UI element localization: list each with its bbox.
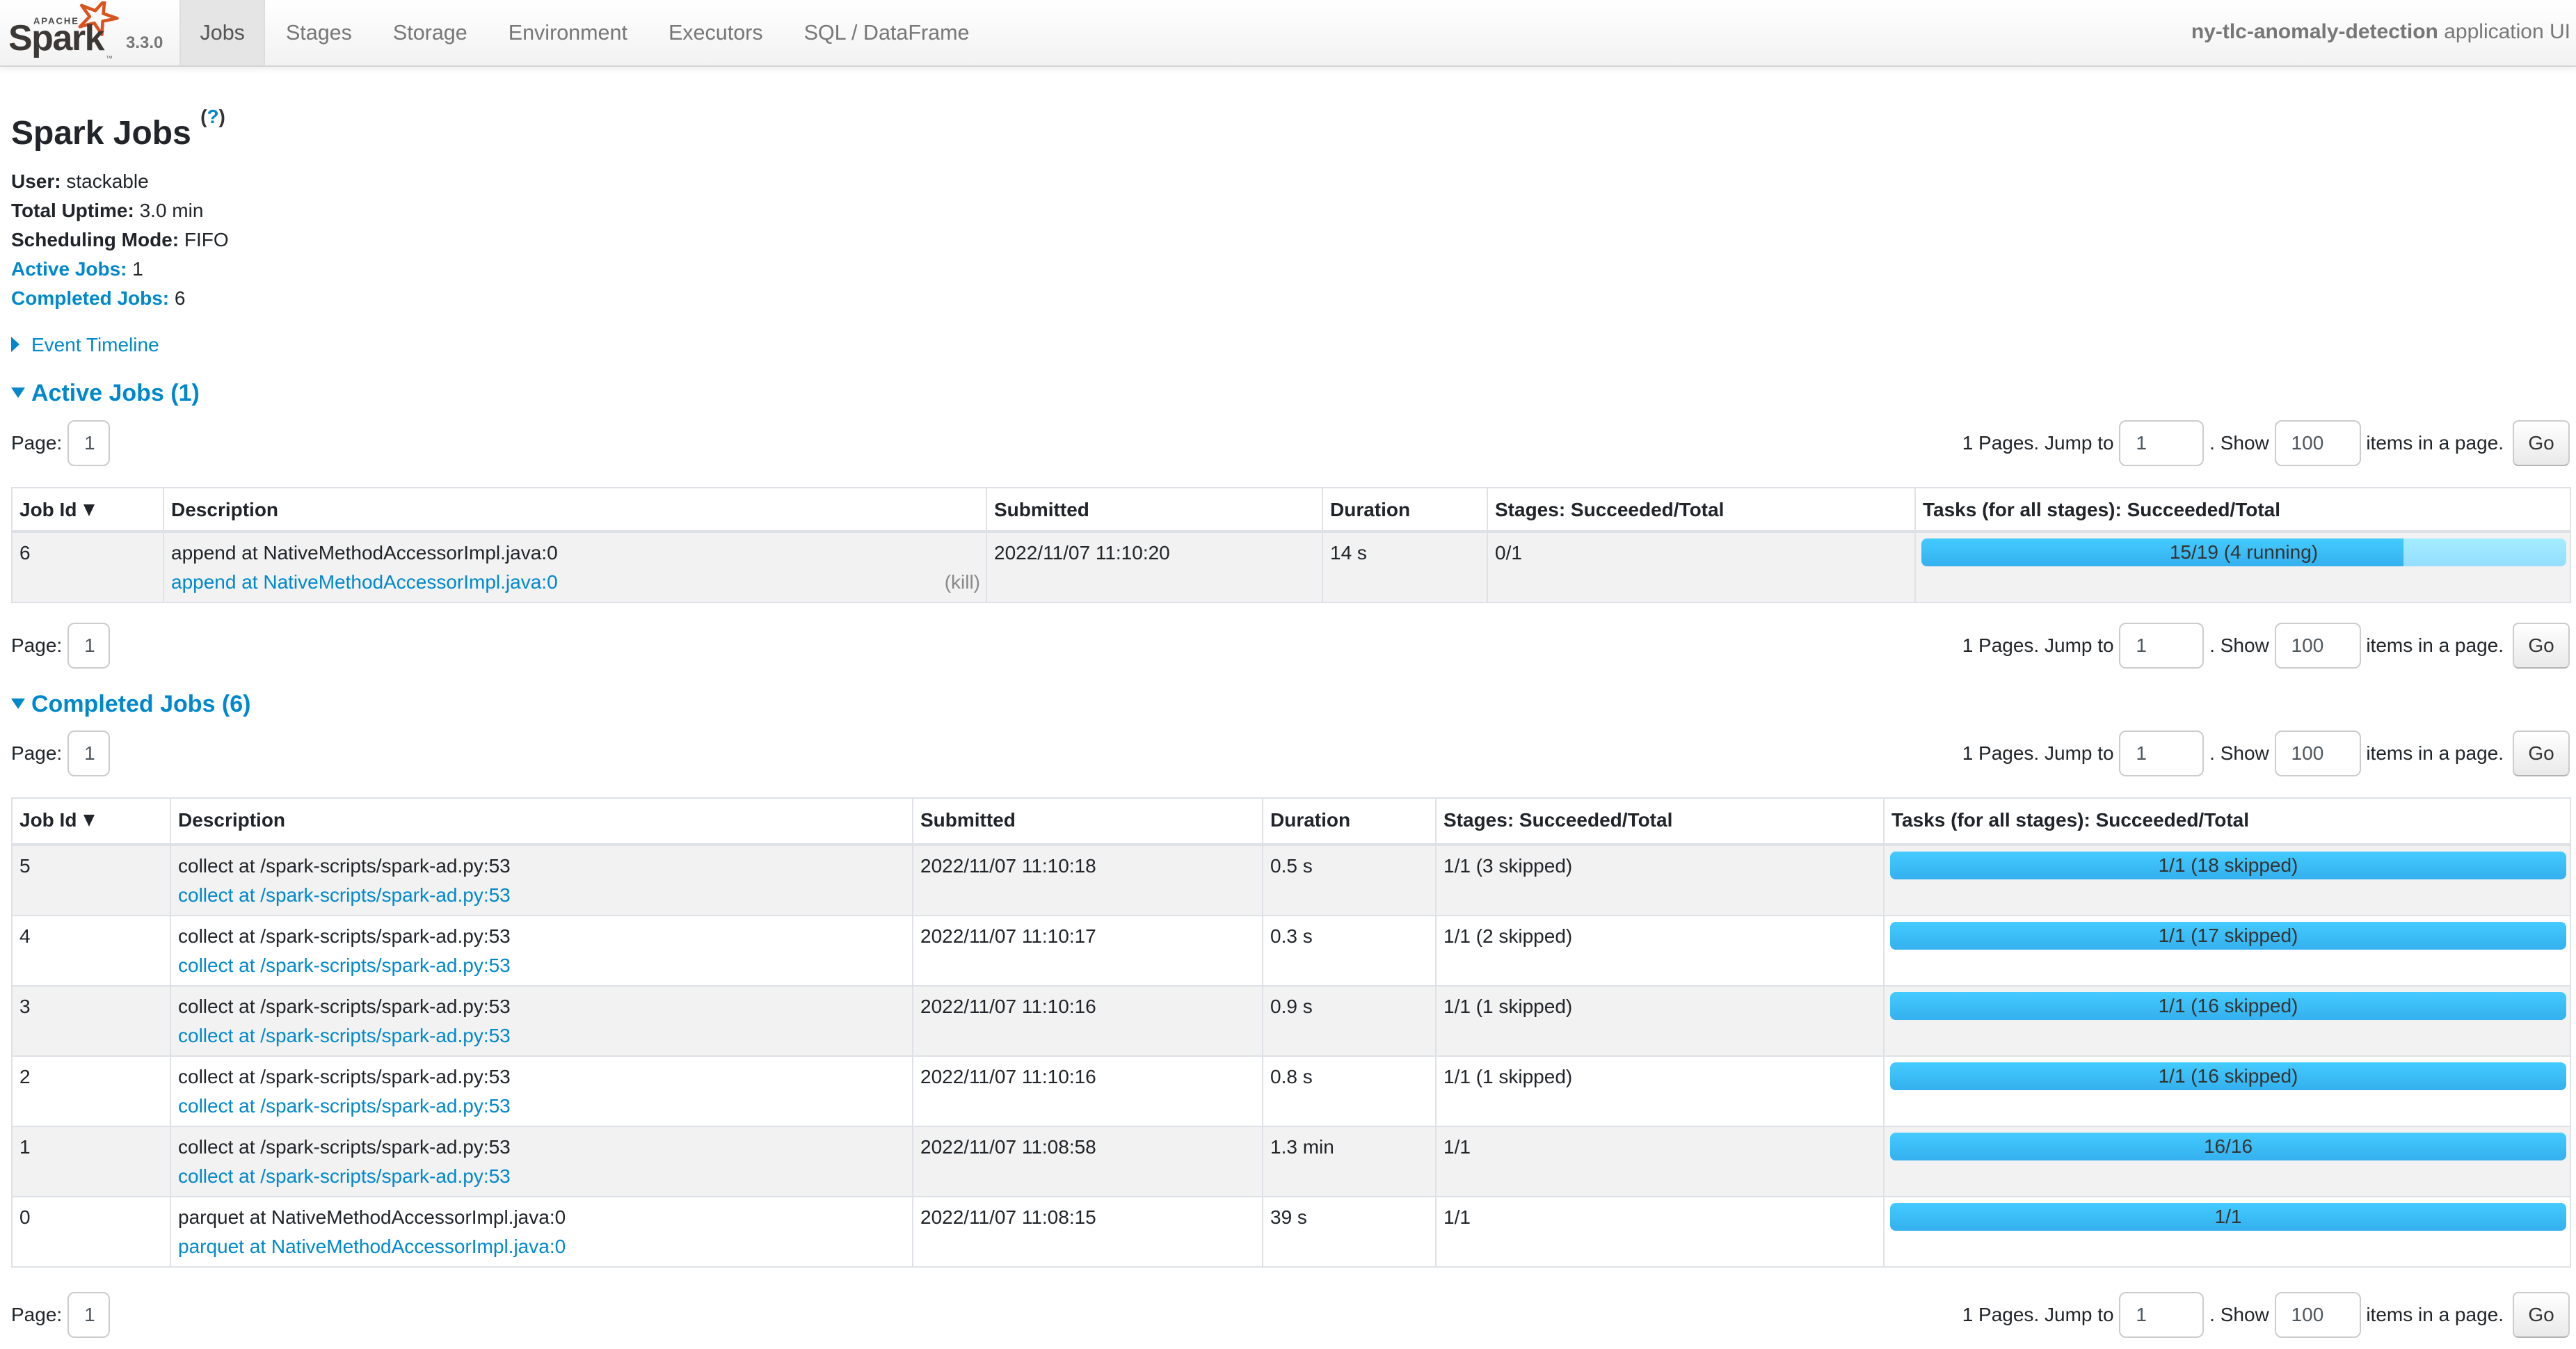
svg-text:™: ™ (106, 55, 113, 63)
svg-text:Spark: Spark (10, 18, 105, 58)
